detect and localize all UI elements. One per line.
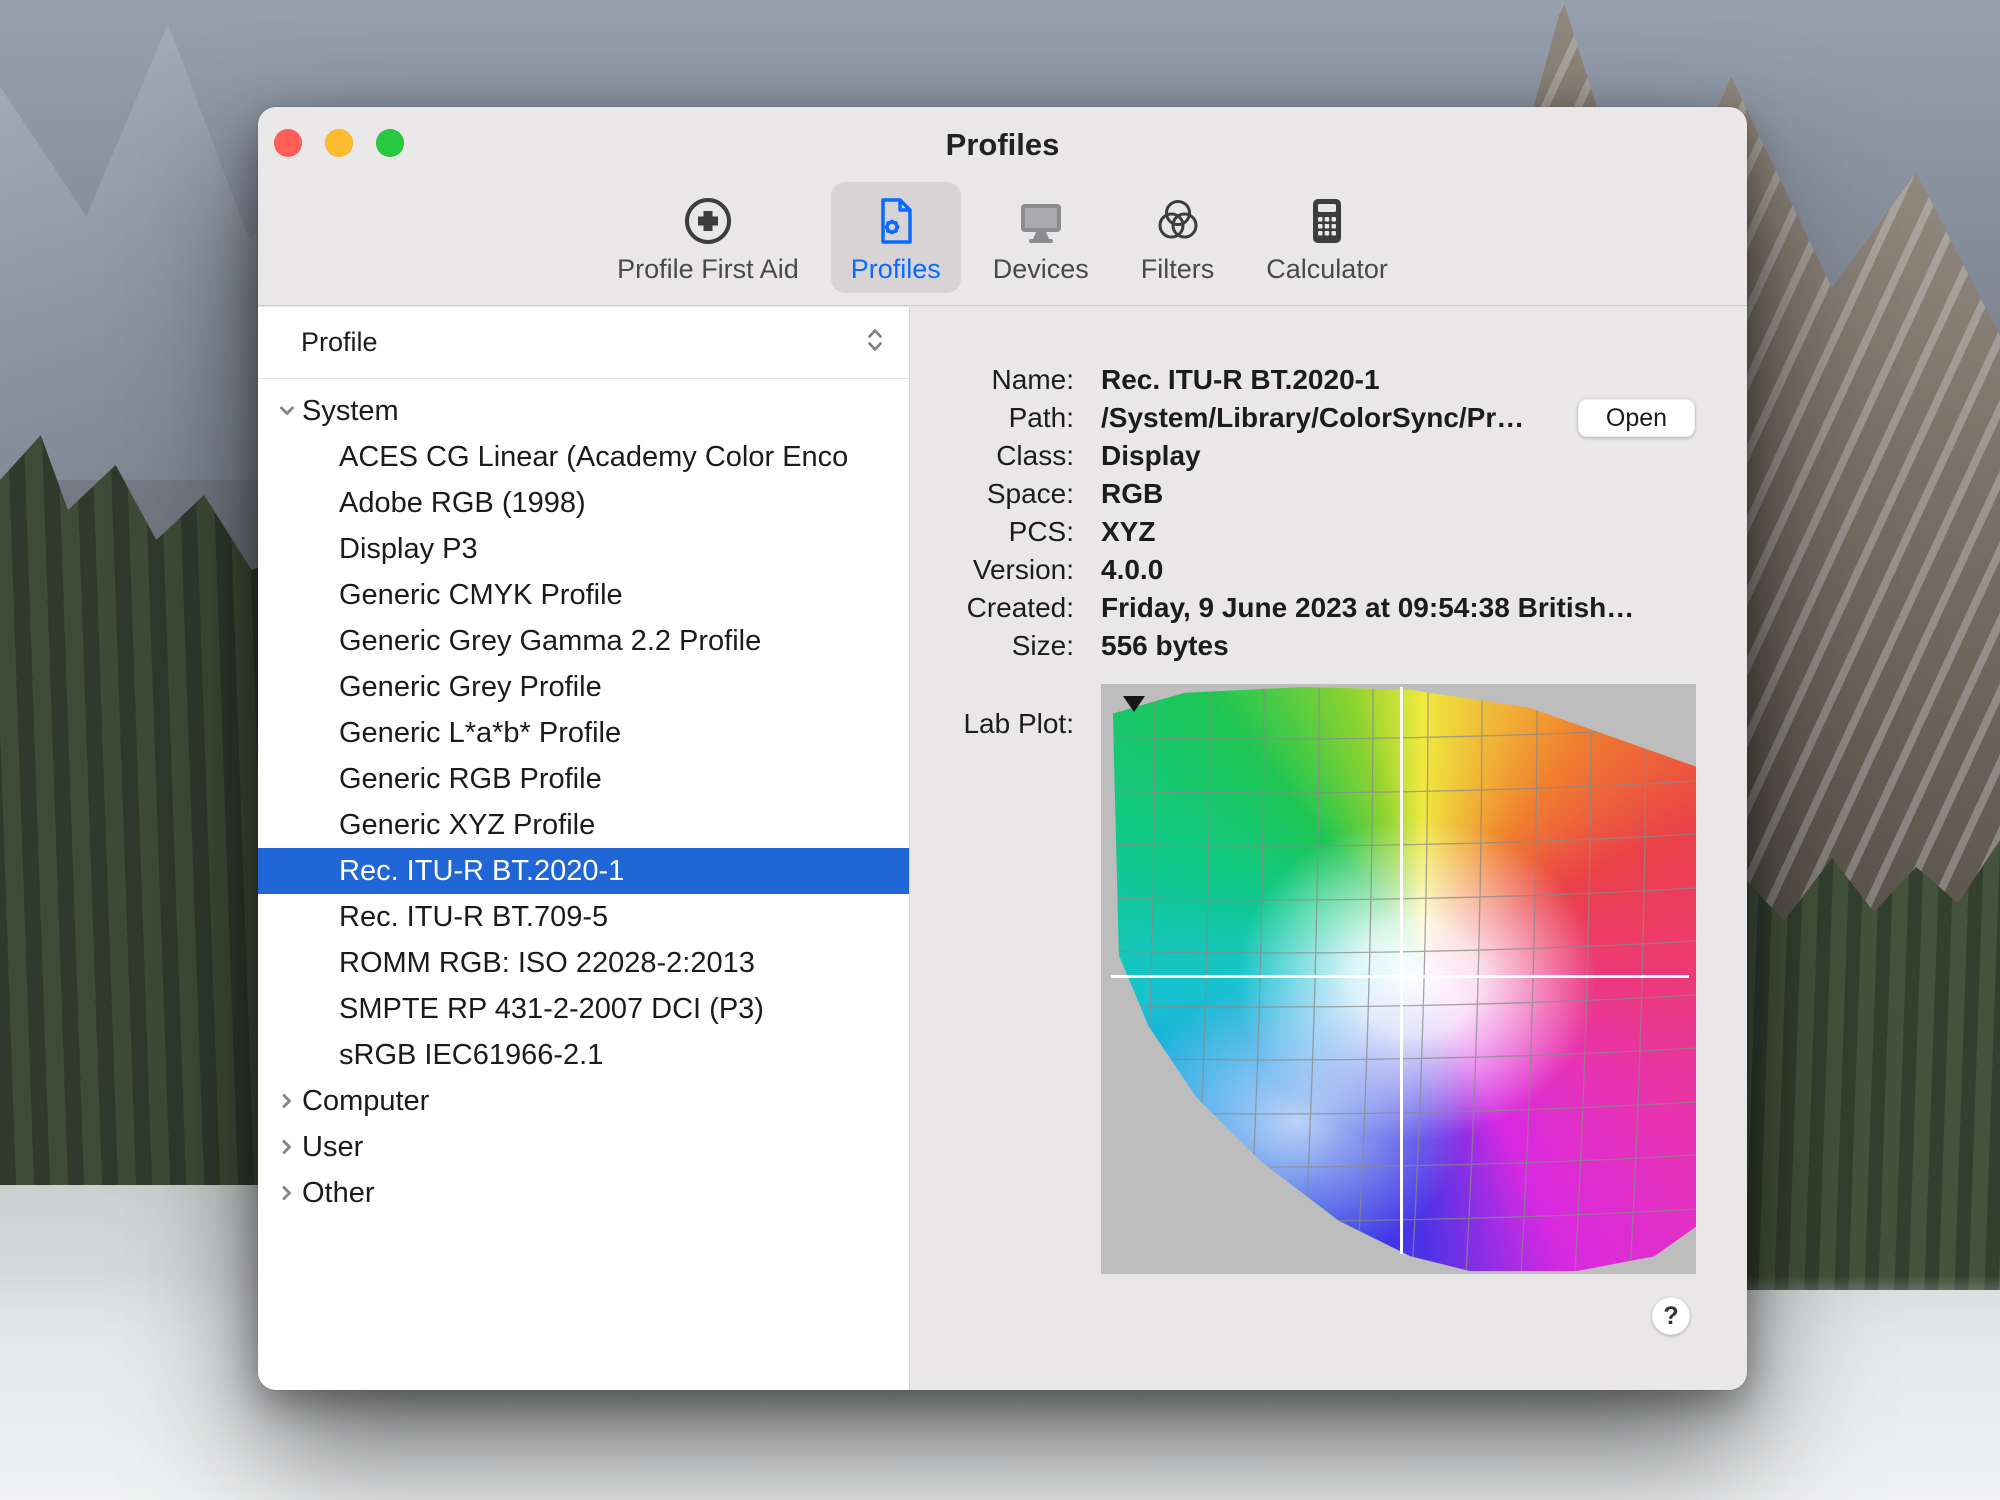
profile-name: Generic XYZ Profile	[339, 809, 595, 842]
toolbar-label: Profile First Aid	[617, 254, 799, 285]
profile-row-selected[interactable]: Rec. ITU-R BT.2020-1	[258, 848, 909, 894]
detail-value-name: Rec. ITU-R BT.2020-1	[1101, 361, 1747, 399]
toolbar-item-calculator[interactable]: Calculator	[1246, 182, 1408, 293]
calculator-icon	[1300, 192, 1354, 250]
detail-value-size: 556 bytes	[1101, 627, 1747, 665]
profile-row[interactable]: ROMM RGB: ISO 22028-2:2013	[258, 940, 909, 986]
profile-name: Rec. ITU-R BT.709-5	[339, 901, 608, 934]
toolbar-label: Profiles	[851, 254, 941, 285]
crosshair-vertical	[1400, 687, 1403, 1254]
group-row-computer[interactable]: Computer	[258, 1078, 909, 1124]
colorsync-utility-window: Profiles Profile First Aid	[258, 107, 1747, 1390]
profile-row[interactable]: Generic Grey Gamma 2.2 Profile	[258, 618, 909, 664]
profile-name: Generic L*a*b* Profile	[339, 717, 621, 750]
group-label: Other	[302, 1177, 375, 1210]
profiles-document-icon	[869, 192, 923, 250]
first-aid-icon	[681, 192, 735, 250]
profile-row[interactable]: Adobe RGB (1998)	[258, 480, 909, 526]
gamut-mesh-grid	[1101, 684, 1696, 1274]
profile-row[interactable]: Generic RGB Profile	[258, 756, 909, 802]
toolbar-label: Calculator	[1266, 254, 1388, 285]
profile-row[interactable]: Generic CMYK Profile	[258, 572, 909, 618]
triangle-down-marker-icon	[1123, 696, 1145, 712]
chevron-down-icon[interactable]	[272, 400, 302, 422]
toolbar: Profile First Aid Profiles	[258, 182, 1747, 293]
detail-label: Version:	[910, 551, 1074, 589]
group-label: System	[302, 395, 399, 428]
chevron-right-icon[interactable]	[272, 1136, 302, 1158]
detail-value-class: Display	[1101, 437, 1747, 475]
profile-row[interactable]: Rec. ITU-R BT.709-5	[258, 894, 909, 940]
chevron-right-icon[interactable]	[272, 1090, 302, 1112]
display-icon	[1014, 192, 1068, 250]
toolbar-item-profiles[interactable]: Profiles	[831, 182, 961, 293]
profile-row[interactable]: Display P3	[258, 526, 909, 572]
window-titlebar[interactable]: Profiles Profile First Aid	[258, 107, 1747, 306]
toolbar-item-devices[interactable]: Devices	[973, 182, 1109, 293]
detail-label: Created:	[910, 589, 1074, 627]
group-row-system[interactable]: System	[258, 388, 909, 434]
profile-name: SMPTE RP 431-2-2007 DCI (P3)	[339, 993, 764, 1026]
detail-label: Name:	[910, 361, 1074, 399]
toolbar-item-profile-first-aid[interactable]: Profile First Aid	[597, 182, 819, 293]
toolbar-label: Filters	[1141, 254, 1215, 285]
profile-row[interactable]: Generic XYZ Profile	[258, 802, 909, 848]
window-content: Profile System A	[258, 307, 1747, 1390]
toolbar-item-filters[interactable]: Filters	[1121, 182, 1235, 293]
detail-value-created: Friday, 9 June 2023 at 09:54:38 British…	[1101, 589, 1747, 627]
toolbar-label: Devices	[993, 254, 1089, 285]
detail-label: PCS:	[910, 513, 1074, 551]
lab-plot[interactable]	[1101, 684, 1696, 1274]
profile-row[interactable]: Generic L*a*b* Profile	[258, 710, 909, 756]
group-label: User	[302, 1131, 363, 1164]
help-button[interactable]: ?	[1652, 1297, 1690, 1335]
window-title: Profiles	[258, 127, 1747, 163]
detail-value-pcs: XYZ	[1101, 513, 1747, 551]
filters-venn-icon	[1151, 192, 1205, 250]
profile-name: Generic Grey Gamma 2.2 Profile	[339, 625, 761, 658]
profile-sidebar: Profile System A	[258, 307, 910, 1390]
gamut-surface	[1101, 684, 1696, 1274]
detail-label: Size:	[910, 627, 1074, 665]
chevron-right-icon[interactable]	[272, 1182, 302, 1204]
profile-name: ROMM RGB: ISO 22028-2:2013	[339, 947, 755, 980]
detail-label: Path:	[910, 399, 1074, 437]
profile-name: Adobe RGB (1998)	[339, 487, 586, 520]
profile-name: Generic RGB Profile	[339, 763, 602, 796]
profile-name: Display P3	[339, 533, 478, 566]
profile-list[interactable]: System ACES CG Linear (Academy Color Enc…	[258, 379, 909, 1390]
detail-label: Space:	[910, 475, 1074, 513]
detail-grid: Name: Rec. ITU-R BT.2020-1 Path: /System…	[910, 307, 1747, 1274]
open-button[interactable]: Open	[1578, 399, 1695, 437]
lab-plot-label: Lab Plot:	[910, 665, 1074, 1274]
group-row-user[interactable]: User	[258, 1124, 909, 1170]
profile-name: Generic Grey Profile	[339, 671, 602, 704]
profile-row[interactable]: Generic Grey Profile	[258, 664, 909, 710]
group-label: Computer	[302, 1085, 429, 1118]
profile-name: Generic CMYK Profile	[339, 579, 623, 612]
group-row-other[interactable]: Other	[258, 1170, 909, 1216]
column-sort-control[interactable]	[865, 326, 885, 359]
profile-name: ACES CG Linear (Academy Color Enco	[339, 441, 848, 474]
profile-row[interactable]: sRGB IEC61966-2.1	[258, 1032, 909, 1078]
profile-details-pane: Name: Rec. ITU-R BT.2020-1 Path: /System…	[910, 307, 1747, 1390]
profile-name: sRGB IEC61966-2.1	[339, 1039, 603, 1072]
profile-name: Rec. ITU-R BT.2020-1	[339, 855, 624, 888]
detail-value-space: RGB	[1101, 475, 1747, 513]
sidebar-header: Profile	[258, 307, 909, 379]
profile-row[interactable]: ACES CG Linear (Academy Color Enco	[258, 434, 909, 480]
lab-plot-cell	[1101, 665, 1747, 1274]
column-header-profile: Profile	[301, 327, 378, 358]
detail-value-version: 4.0.0	[1101, 551, 1747, 589]
detail-label: Class:	[910, 437, 1074, 475]
profile-row[interactable]: SMPTE RP 431-2-2007 DCI (P3)	[258, 986, 909, 1032]
